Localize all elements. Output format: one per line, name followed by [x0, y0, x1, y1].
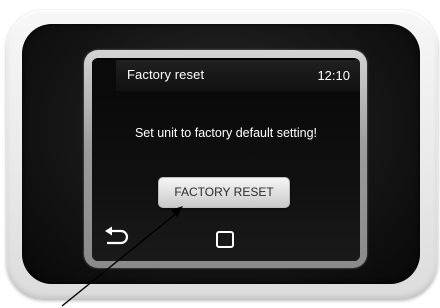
touch-screen: Factory reset 12:10 Set unit to factory … [92, 58, 360, 261]
content-area: Set unit to factory default setting! FAC… [92, 91, 360, 261]
reset-message: Set unit to factory default setting! [134, 126, 318, 140]
page-title: Factory reset [127, 67, 205, 82]
back-arrow-icon[interactable] [104, 225, 134, 247]
clock: 12:10 [317, 68, 350, 83]
title-bar: Factory reset 12:10 [92, 60, 360, 91]
device-photo: Factory reset 12:10 Set unit to factory … [0, 0, 440, 308]
home-square-icon[interactable] [216, 231, 234, 248]
factory-reset-button[interactable]: FACTORY RESET [158, 177, 290, 208]
title-accent [92, 60, 116, 91]
